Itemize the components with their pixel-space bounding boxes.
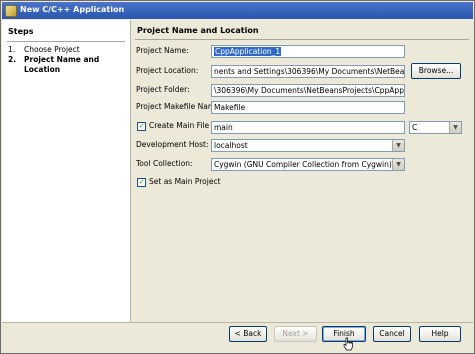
step-number: 2. (8, 55, 17, 64)
main-language-select[interactable]: C ▼ (409, 121, 462, 134)
makefile-name-field[interactable]: Makefile (211, 101, 405, 114)
step-label: Choose Project (24, 45, 80, 54)
application-icon (5, 5, 17, 17)
main-file-field[interactable]: main (211, 121, 405, 134)
hand-cursor-icon (343, 337, 353, 351)
tool-collection-label: Tool Collection: (136, 159, 193, 168)
next-button[interactable]: Next > (274, 326, 317, 342)
panel-divider (135, 39, 469, 40)
project-name-field[interactable]: CppApplication_1 (211, 45, 405, 58)
browse-button[interactable]: Browse... (411, 63, 461, 79)
makefile-name-label: Project Makefile Name: (136, 102, 223, 111)
wizard-dialog: New C/C++ Application Steps 1. Choose Pr… (0, 0, 475, 354)
chevron-down-icon: ▼ (392, 140, 404, 151)
set-main-project-label: Set as Main Project (149, 177, 221, 186)
main-language-value: C (412, 123, 418, 132)
development-host-select[interactable]: localhost ▼ (211, 139, 405, 152)
project-folder-field[interactable]: \306396\My Documents\NetBeansProjects\Cp… (211, 84, 405, 97)
development-host-label: Development Host: (136, 140, 209, 149)
button-bar-divider (2, 322, 473, 323)
project-name-label: Project Name: (136, 46, 189, 55)
project-location-label: Project Location: (136, 66, 199, 75)
tool-collection-select[interactable]: Cygwin (GNU Compiler Collection from Cyg… (211, 158, 405, 171)
set-main-project-checkbox[interactable]: ✓ (137, 178, 146, 187)
tool-collection-value: Cygwin (GNU Compiler Collection from Cyg… (214, 160, 392, 169)
step-number: 1. (8, 45, 16, 54)
chevron-down-icon: ▼ (392, 159, 404, 170)
development-host-value: localhost (214, 141, 248, 150)
project-folder-label: Project Folder: (136, 85, 190, 94)
steps-panel: Steps 1. Choose Project 2. Project Name … (2, 20, 131, 322)
project-location-field[interactable]: nents and Settings\306396\My Documents\N… (211, 65, 405, 78)
panel-title: Project Name and Location (137, 26, 259, 35)
cancel-button[interactable]: Cancel (373, 326, 411, 342)
back-button[interactable]: < Back (229, 326, 267, 342)
window-title: New C/C++ Application (20, 5, 125, 14)
chevron-down-icon: ▼ (449, 122, 461, 133)
create-main-checkbox[interactable]: ✓ (137, 122, 146, 131)
project-name-value: CppApplication_1 (214, 47, 282, 56)
steps-header: Steps (8, 27, 34, 36)
step-label: Project Name and Location (24, 55, 100, 74)
main-panel: Project Name and Location Project Name: … (132, 20, 471, 322)
steps-divider (7, 41, 125, 42)
help-button[interactable]: Help (419, 326, 461, 342)
create-main-label: Create Main File (149, 121, 210, 130)
title-bar: New C/C++ Application (2, 2, 473, 19)
